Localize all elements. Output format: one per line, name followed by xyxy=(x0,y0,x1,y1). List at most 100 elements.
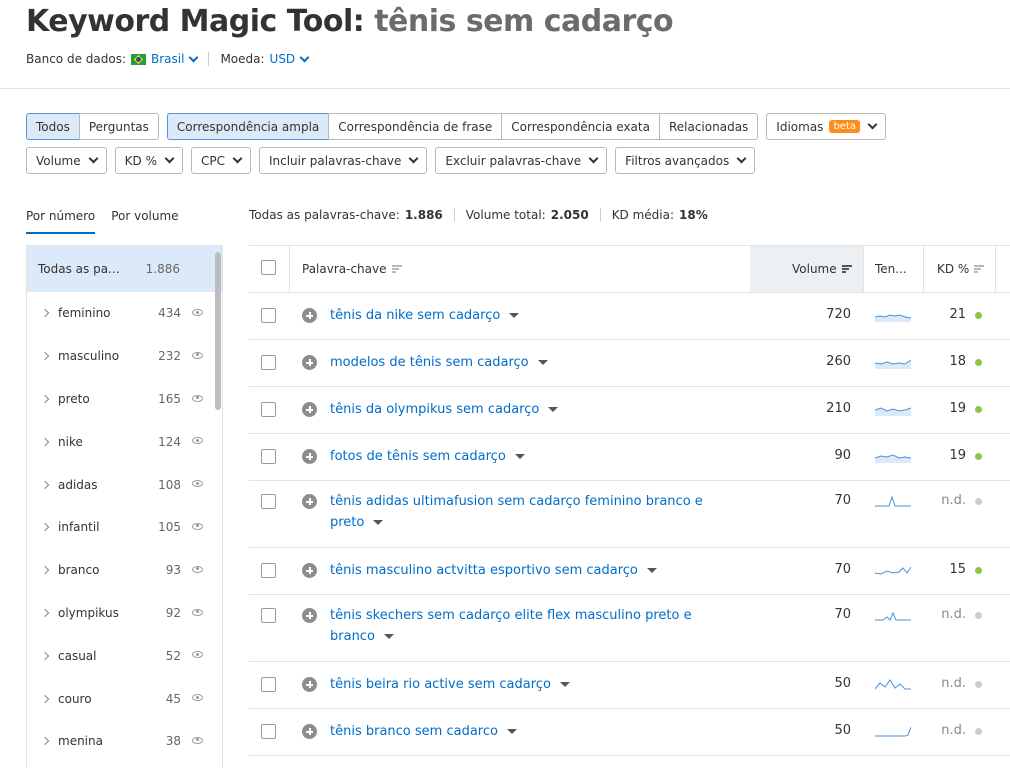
sidebar-item[interactable]: feminino 434 xyxy=(27,292,222,335)
add-to-list-icon[interactable] xyxy=(302,608,317,623)
row-checkbox[interactable] xyxy=(261,563,276,578)
broad-match-button[interactable]: Correspondência ampla xyxy=(166,113,330,140)
sidebar-item[interactable]: masculino 232 xyxy=(27,335,222,378)
table-row: tênis adidas ultimafusion sem cadarço fe… xyxy=(249,481,1010,548)
keyword-link[interactable]: modelos de tênis sem cadarço xyxy=(330,352,720,373)
sidebar-item[interactable]: olympikus 92 xyxy=(27,592,222,635)
row-checkbox[interactable] xyxy=(261,494,276,509)
exclude-keywords-filter[interactable]: Excluir palavras-chave xyxy=(435,147,608,174)
caret-down-icon[interactable] xyxy=(383,634,394,639)
sidebar-item[interactable]: menina 38 xyxy=(27,720,222,763)
eye-icon[interactable] xyxy=(192,394,203,402)
avg-kd-value: 18% xyxy=(679,208,708,222)
keyword-column-header[interactable]: Palavra-chave xyxy=(302,262,402,276)
row-checkbox[interactable] xyxy=(261,724,276,739)
trend-sparkline xyxy=(875,454,911,463)
trend-column-header[interactable]: Ten... xyxy=(875,262,907,276)
caret-down-icon[interactable] xyxy=(537,360,548,365)
eye-icon[interactable] xyxy=(192,608,203,616)
cpc-filter[interactable]: CPC xyxy=(190,147,251,174)
kd-difficulty-dot xyxy=(975,406,982,413)
caret-down-icon[interactable] xyxy=(373,520,384,525)
sidebar-item[interactable]: preto 165 xyxy=(27,378,222,421)
eye-icon[interactable] xyxy=(192,694,203,702)
kd-column-header[interactable]: KD % xyxy=(937,262,985,276)
keyword-text: tênis adidas ultimafusion sem cadarço fe… xyxy=(330,494,703,530)
sidebar-item[interactable]: nike 124 xyxy=(27,420,222,463)
sidebar-item-all[interactable]: Todas as pa... 1.886 xyxy=(27,246,222,292)
eye-icon[interactable] xyxy=(192,437,203,445)
kd-filter-label: KD % xyxy=(124,153,157,168)
caret-down-icon[interactable] xyxy=(509,313,520,318)
questions-button[interactable]: Perguntas xyxy=(78,113,159,140)
row-checkbox[interactable] xyxy=(261,608,276,623)
all-button[interactable]: Todos xyxy=(26,113,80,140)
sidebar-item-label: infantil xyxy=(58,520,100,535)
sidebar-scrollbar[interactable] xyxy=(215,252,221,410)
row-checkbox[interactable] xyxy=(261,402,276,417)
caret-down-icon[interactable] xyxy=(514,454,525,459)
keyword-link[interactable]: tênis branco sem cadarco xyxy=(330,721,720,742)
keyword-link[interactable]: tênis adidas ultimafusion sem cadarço fe… xyxy=(330,491,720,533)
volume-filter[interactable]: Volume xyxy=(26,147,107,174)
keyword-link[interactable]: fotos de tênis sem cadarço xyxy=(330,446,720,467)
keyword-link[interactable]: tênis masculino actvitta esportivo sem c… xyxy=(330,560,720,581)
exact-match-button[interactable]: Correspondência exata xyxy=(501,113,660,140)
sidebar-item-count: 52 xyxy=(165,648,181,663)
sidebar-item[interactable]: branco 93 xyxy=(27,549,222,592)
sidebar-item-count: 93 xyxy=(165,563,181,578)
keyword-link[interactable]: tênis da nike sem cadarço xyxy=(330,305,720,326)
add-to-list-icon[interactable] xyxy=(302,677,317,692)
volume-cell: 50 xyxy=(834,723,851,738)
keyword-groups-sidebar: Todas as pa... 1.886 feminino 434 masculi… xyxy=(26,245,223,768)
related-button[interactable]: Relacionadas xyxy=(658,113,759,140)
chevron-right-icon xyxy=(40,351,50,361)
eye-icon[interactable] xyxy=(192,309,203,316)
chevron-down-icon xyxy=(408,153,419,164)
eye-icon[interactable] xyxy=(192,565,203,573)
sidebar-item[interactable]: couro 45 xyxy=(27,677,222,720)
tab-by-volume[interactable]: Por volume xyxy=(111,209,178,234)
keyword-link[interactable]: tênis skechers sem cadarço elite flex ma… xyxy=(330,605,720,647)
sidebar-item[interactable]: adidas 108 xyxy=(27,463,222,506)
tab-by-number[interactable]: Por número xyxy=(26,209,96,234)
add-to-list-icon[interactable] xyxy=(302,563,317,578)
row-checkbox[interactable] xyxy=(261,449,276,464)
kd-cell: 19 xyxy=(949,401,966,416)
select-all-checkbox[interactable] xyxy=(261,260,276,275)
keyword-link[interactable]: tênis beira rio active sem cadarço xyxy=(330,674,720,695)
phrase-match-button[interactable]: Correspondência de frase xyxy=(328,113,503,140)
add-to-list-icon[interactable] xyxy=(302,402,317,417)
add-to-list-icon[interactable] xyxy=(302,449,317,464)
keyword-link[interactable]: tênis da olympikus sem cadarço xyxy=(330,399,720,420)
add-to-list-icon[interactable] xyxy=(302,494,317,509)
database-selector[interactable]: Brasil xyxy=(130,52,199,66)
chevron-right-icon xyxy=(40,437,50,447)
add-to-list-icon[interactable] xyxy=(302,308,317,323)
eye-icon[interactable] xyxy=(192,736,203,744)
eye-icon[interactable] xyxy=(192,480,203,488)
eye-icon[interactable] xyxy=(192,351,203,359)
kd-filter[interactable]: KD % xyxy=(114,147,183,174)
currency-selector[interactable]: USD xyxy=(270,52,310,66)
row-checkbox[interactable] xyxy=(261,677,276,692)
volume-column-header[interactable]: Volume xyxy=(792,262,852,276)
row-checkbox[interactable] xyxy=(261,308,276,323)
include-keywords-filter[interactable]: Incluir palavras-chave xyxy=(258,147,428,174)
caret-down-icon[interactable] xyxy=(559,682,570,687)
caret-down-icon[interactable] xyxy=(506,729,517,734)
eye-icon[interactable] xyxy=(192,522,203,530)
caret-down-icon[interactable] xyxy=(548,407,559,412)
eye-icon[interactable] xyxy=(192,651,203,659)
caret-down-icon[interactable] xyxy=(646,568,657,573)
sidebar-item[interactable]: casual 52 xyxy=(27,634,222,677)
advanced-filters[interactable]: Filtros avançados xyxy=(615,147,756,174)
chevron-down-icon xyxy=(588,153,599,164)
currency-label: Moeda: xyxy=(220,52,265,66)
sidebar-item[interactable]: infantil 105 xyxy=(27,506,222,549)
exclude-filter-label: Excluir palavras-chave xyxy=(445,153,582,168)
add-to-list-icon[interactable] xyxy=(302,355,317,370)
add-to-list-icon[interactable] xyxy=(302,724,317,739)
row-checkbox[interactable] xyxy=(261,355,276,370)
languages-dropdown[interactable]: Idiomas beta xyxy=(766,113,886,140)
